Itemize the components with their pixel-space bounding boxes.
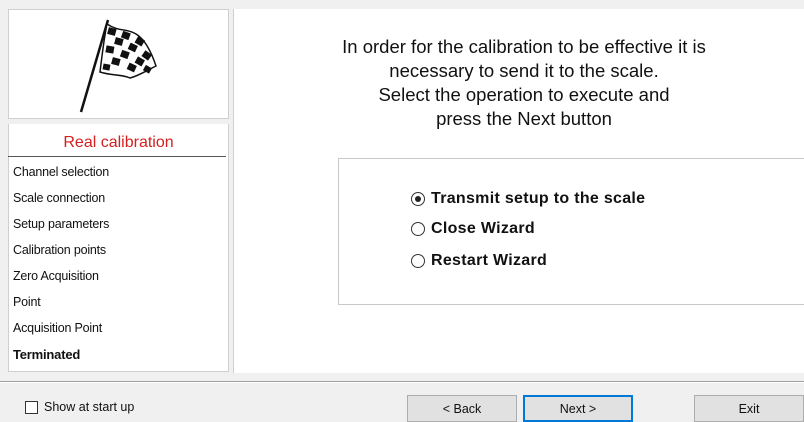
next-button[interactable]: Next > bbox=[523, 395, 633, 422]
back-button[interactable]: < Back bbox=[407, 395, 517, 422]
step-setup-parameters: Setup parameters bbox=[13, 217, 110, 231]
step-calibration-points: Calibration points bbox=[13, 243, 106, 257]
content-pane: In order for the calibration to be effec… bbox=[233, 9, 804, 373]
operation-options-group: Transmit setup to the scale Close Wizard… bbox=[338, 158, 804, 305]
radio-selected-icon[interactable] bbox=[411, 192, 425, 206]
exit-button[interactable]: Exit bbox=[694, 395, 804, 422]
radio-unselected-icon[interactable] bbox=[411, 222, 425, 236]
step-scale-connection: Scale connection bbox=[13, 191, 106, 205]
checkbox-icon[interactable] bbox=[25, 400, 38, 414]
option-transmit-setup[interactable]: Transmit setup to the scale bbox=[411, 190, 645, 208]
option-restart-wizard-label: Restart Wizard bbox=[431, 252, 548, 269]
step-acquisition-point: Acquisition Point bbox=[13, 321, 103, 335]
sidebar-title-underline bbox=[8, 156, 226, 157]
sidebar-title: Real calibration bbox=[63, 134, 174, 151]
wizard-window: Real calibration Channel selection Scale… bbox=[0, 0, 804, 422]
show-at-startup-checkbox[interactable]: Show at start up bbox=[25, 400, 134, 414]
step-zero-acquisition: Zero Acquisition bbox=[13, 269, 99, 283]
checkered-flag-icon bbox=[79, 19, 157, 113]
option-transmit-setup-label: Transmit setup to the scale bbox=[431, 190, 646, 207]
radio-unselected-icon[interactable] bbox=[411, 254, 425, 268]
instruction-line-2: necessary to send it to the scale. bbox=[389, 60, 659, 81]
option-close-wizard-label: Close Wizard bbox=[431, 220, 535, 237]
step-point: Point bbox=[13, 295, 41, 309]
flag-panel bbox=[8, 9, 229, 119]
footer-separator-highlight bbox=[0, 382, 804, 383]
step-terminated: Terminated bbox=[13, 347, 81, 362]
instruction-line-1: In order for the calibration to be effec… bbox=[342, 36, 706, 57]
steps-list: Channel selection Scale connection Setup… bbox=[8, 158, 229, 372]
instruction-line-4: press the Next button bbox=[436, 108, 612, 129]
show-at-startup-label: Show at start up bbox=[44, 400, 135, 414]
sidebar-title-box: Real calibration bbox=[8, 124, 229, 158]
instruction-line-3: Select the operation to execute and bbox=[378, 84, 670, 105]
step-channel-selection: Channel selection bbox=[13, 165, 109, 179]
option-restart-wizard[interactable]: Restart Wizard bbox=[411, 252, 547, 270]
option-close-wizard[interactable]: Close Wizard bbox=[411, 220, 535, 238]
